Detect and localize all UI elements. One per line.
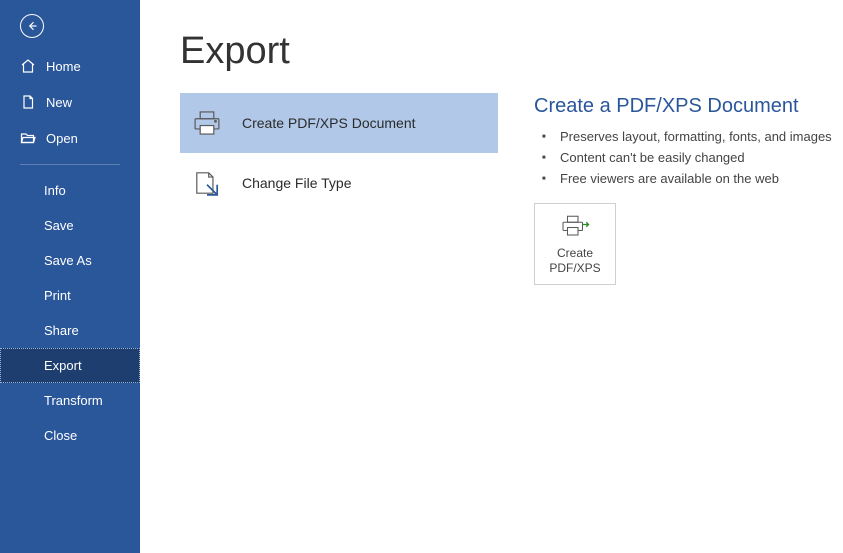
sidebar-divider [20,164,120,165]
sidebar-item-export[interactable]: Export [0,348,140,383]
sidebar-item-transform[interactable]: Transform [0,383,140,418]
main-content: Export Create PDF/XPS Document [140,0,843,553]
sidebar-item-save-as[interactable]: Save As [0,243,140,278]
sidebar-item-info[interactable]: Info [0,173,140,208]
printer-document-icon [190,109,224,137]
page-title: Export [180,30,843,73]
option-label: Change File Type [242,175,351,191]
export-details: Create a PDF/XPS Document Preserves layo… [534,93,843,285]
sidebar-item-label: Print [44,288,71,303]
backstage-sidebar: Home New Open Info Save Save As Print Sh… [0,0,140,553]
sidebar-item-save[interactable]: Save [0,208,140,243]
sidebar-item-label: Transform [44,393,103,408]
sidebar-item-label: New [46,95,72,110]
sidebar-item-label: Export [44,358,82,373]
sidebar-item-close[interactable]: Close [0,418,140,453]
details-bullet: Free viewers are available on the web [548,168,843,189]
sidebar-item-print[interactable]: Print [0,278,140,313]
details-heading: Create a PDF/XPS Document [534,95,843,118]
details-bullet: Content can't be easily changed [548,147,843,168]
new-document-icon [20,94,36,110]
sidebar-item-open[interactable]: Open [0,120,140,156]
printer-arrow-icon [560,214,590,238]
sidebar-item-label: Save As [44,253,92,268]
option-create-pdf-xps[interactable]: Create PDF/XPS Document [180,93,498,153]
back-button[interactable] [0,0,140,48]
back-arrow-icon [20,14,44,38]
create-btn-line1: Create [557,246,593,261]
details-bullet-list: Preserves layout, formatting, fonts, and… [534,126,843,189]
create-btn-line2: PDF/XPS [549,261,600,276]
sidebar-item-label: Home [46,59,81,74]
option-change-file-type[interactable]: Change File Type [180,153,498,213]
sidebar-item-label: Open [46,131,78,146]
sidebar-item-label: Close [44,428,77,443]
sidebar-item-share[interactable]: Share [0,313,140,348]
export-options-list: Create PDF/XPS Document Change File Type [180,93,498,285]
change-file-type-icon [190,169,224,197]
create-pdf-xps-button[interactable]: Create PDF/XPS [534,203,616,285]
folder-open-icon [20,130,36,146]
export-content-row: Create PDF/XPS Document Change File Type… [180,93,843,285]
details-bullet: Preserves layout, formatting, fonts, and… [548,126,843,147]
option-label: Create PDF/XPS Document [242,115,416,131]
home-icon [20,58,36,74]
sidebar-item-home[interactable]: Home [0,48,140,84]
sidebar-item-label: Save [44,218,74,233]
sidebar-item-new[interactable]: New [0,84,140,120]
sidebar-item-label: Share [44,323,79,338]
sidebar-item-label: Info [44,183,66,198]
